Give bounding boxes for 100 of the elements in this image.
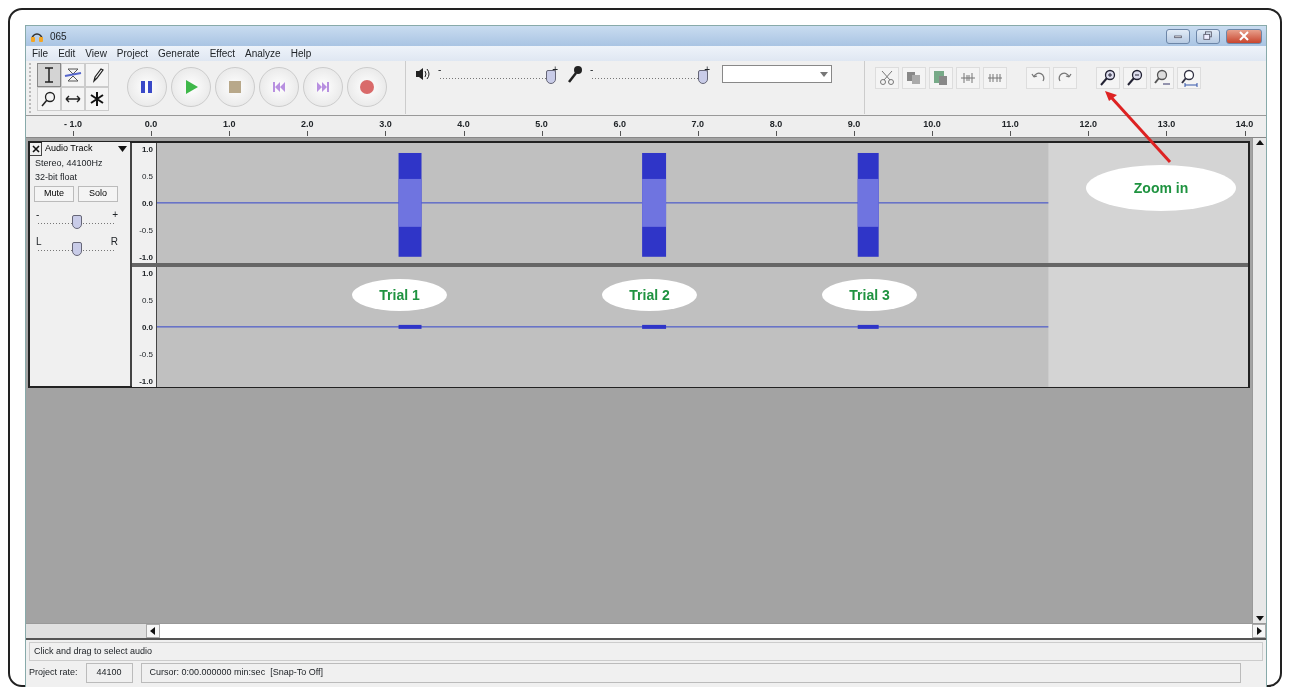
close-button[interactable]: [1226, 28, 1262, 44]
tool-button[interactable]: [85, 87, 109, 111]
caret-icon: [820, 71, 828, 77]
slider-min-label: L: [36, 236, 42, 246]
ruler-label: 3.0: [379, 118, 392, 131]
toggle-button[interactable]: Mute: [34, 186, 74, 202]
zoom-in-button[interactable]: [1096, 67, 1120, 89]
slider-thumb[interactable]: [546, 70, 556, 84]
ruler-label: 9.0: [847, 118, 861, 131]
scissors-button[interactable]: [875, 67, 899, 89]
device-dropdown[interactable]: [722, 65, 832, 83]
envelope-icon: [64, 66, 82, 84]
rate-label: Project rate:: [29, 666, 78, 679]
scroll-left-button[interactable]: [146, 624, 160, 638]
skip-start-button[interactable]: [259, 67, 299, 107]
ruler-label: 5.0: [535, 118, 548, 131]
menu-item[interactable]: Generate: [158, 46, 200, 61]
menu-item[interactable]: File: [32, 46, 49, 61]
track-info: Stereo, 44100Hz: [34, 157, 104, 170]
trim-button[interactable]: [956, 67, 980, 89]
headphones-icon: [30, 30, 44, 42]
ruler-label: 2.0: [301, 118, 314, 131]
horizontal-scrollbar[interactable]: [26, 623, 1266, 640]
menu-item[interactable]: View: [85, 46, 107, 61]
window-title: 065: [50, 29, 67, 44]
slider-thumb[interactable]: [72, 214, 82, 229]
ruler-label: 1.0: [222, 118, 236, 131]
ruler-label: 10.0: [923, 118, 941, 131]
track-name-menu[interactable]: Audio Track: [42, 142, 130, 156]
left-arrow-icon: [150, 627, 156, 635]
minimize-button[interactable]: [1166, 28, 1190, 44]
scissors-icon: [878, 69, 896, 87]
zoom-out-button[interactable]: [1123, 67, 1147, 89]
scroll-right-button[interactable]: [1252, 624, 1266, 638]
silence-button[interactable]: [983, 67, 1007, 89]
ruler-label: 4.0: [457, 118, 470, 131]
scale-label: 1.0: [141, 268, 153, 279]
microphone-icon: [566, 65, 584, 83]
status-message: Click and drag to select audio: [29, 642, 1263, 661]
cursor-position: Cursor: 0:00.000000 min:sec [Snap-To Off]: [140, 663, 1241, 683]
slider-min-label: -: [36, 209, 40, 219]
right-arrow-icon: [1256, 627, 1262, 635]
ruler-label: 7.0: [691, 118, 705, 131]
menu-item[interactable]: Effect: [209, 46, 236, 61]
record-icon: [358, 78, 376, 96]
ruler-label: 8.0: [769, 118, 783, 131]
slider-thumb[interactable]: [72, 241, 82, 256]
record-button[interactable]: [347, 67, 387, 107]
caret-icon: [118, 146, 127, 152]
scale-label: -0.5: [139, 349, 153, 360]
ruler-label: 12.0: [1079, 118, 1098, 131]
paste-icon: [932, 69, 950, 87]
tool-button[interactable]: [61, 87, 85, 111]
asterisk-icon: [88, 90, 106, 108]
menu-item[interactable]: Edit: [58, 46, 76, 61]
zoom-out-icon: [1126, 69, 1144, 87]
undo-button[interactable]: [1026, 67, 1050, 89]
close-icon: [1238, 30, 1250, 42]
zoom-fit-icon: [1180, 69, 1198, 87]
ruler-label: 13.0: [1157, 118, 1176, 131]
slider-min-label: -: [438, 65, 442, 74]
scale-label: 0.0: [141, 322, 153, 333]
scale-label: 0.0: [141, 198, 153, 209]
slider-min-label: -: [590, 65, 594, 74]
copy-icon: [905, 69, 923, 87]
slider-max-label: R: [110, 236, 118, 246]
ruler-label: 11.0: [1001, 118, 1019, 131]
zoom-in-icon: [1099, 69, 1117, 87]
zoom-fit-button[interactable]: [1177, 67, 1201, 89]
scale-label: 1.0: [141, 145, 153, 155]
zoom-fit-button[interactable]: [1150, 67, 1174, 89]
tool-button[interactable]: [37, 87, 61, 111]
zoom-fit-icon: [1153, 69, 1171, 87]
copy-button[interactable]: [902, 67, 926, 89]
ruler-label: 0.0: [144, 118, 158, 131]
toggle-button[interactable]: Solo: [78, 186, 118, 202]
speaker-icon: [414, 65, 432, 83]
tool-button[interactable]: [85, 63, 109, 87]
scale-label: 0.5: [141, 295, 153, 306]
stop-icon: [226, 78, 244, 96]
rate-field[interactable]: 44100: [85, 663, 133, 683]
menu-item[interactable]: Help: [290, 46, 312, 61]
restore-icon: [1203, 30, 1213, 42]
paste-button[interactable]: [929, 67, 953, 89]
menu-item[interactable]: Analyze: [245, 46, 281, 61]
scale-label: 0.5: [141, 171, 153, 182]
restore-button[interactable]: [1196, 28, 1220, 44]
vertical-scrollbar[interactable]: [1252, 138, 1266, 623]
scale-label: -0.5: [139, 225, 153, 236]
menu-item[interactable]: Project: [116, 46, 148, 61]
ruler-label: - 1.0: [64, 118, 82, 131]
redo-button[interactable]: [1053, 67, 1077, 89]
slider-thumb[interactable]: [698, 70, 708, 84]
pause-button[interactable]: [127, 67, 167, 107]
scale-label: -1.0: [139, 376, 153, 387]
ruler-label: 14.0: [1235, 118, 1254, 131]
slider-max-label: +: [112, 209, 118, 219]
tool-button[interactable]: [61, 63, 85, 87]
ruler-label: 6.0: [613, 118, 626, 131]
magnifier-icon: [40, 90, 58, 108]
